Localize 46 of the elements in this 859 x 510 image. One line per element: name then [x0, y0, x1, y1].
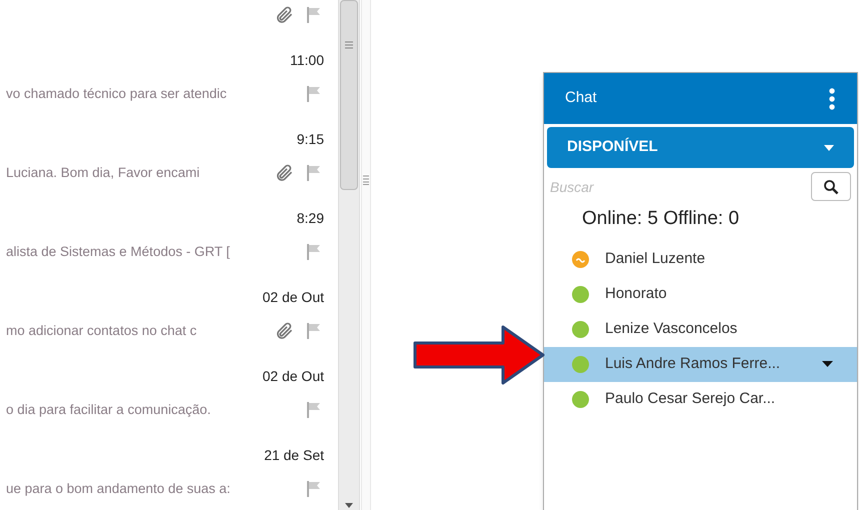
presence-summary: Online: 5 Offline: 0 [581, 207, 740, 231]
more-options-icon[interactable] [828, 88, 836, 110]
message-time: 21 de Set [264, 446, 324, 464]
contact-name: Paulo Cesar Serejo Car... [605, 388, 776, 409]
grip-icon [345, 41, 353, 49]
contact-name: Honorato [605, 284, 668, 304]
caret-icon [824, 144, 834, 150]
flag-icon[interactable] [306, 480, 322, 498]
chat-title: Chat [565, 88, 597, 108]
grip-icon [363, 175, 369, 185]
search-button[interactable] [811, 172, 851, 201]
message-preview[interactable]: alista de Sistemas e Métodos - GRT [ [6, 244, 230, 259]
contact-row[interactable]: Daniel Luzente [544, 242, 857, 276]
message-time: 02 de Out [262, 288, 324, 306]
message-preview[interactable]: vo chamado técnico para ser atendic [6, 86, 227, 101]
search-field[interactable]: Buscar [544, 174, 811, 198]
contact-name: Luis Andre Ramos Ferre... [605, 354, 782, 374]
message-preview[interactable]: Luciana. Bom dia, Favor encami [6, 165, 200, 180]
message-time: 02 de Out [262, 367, 324, 385]
message-time: 9:15 [296, 130, 324, 148]
flag-icon[interactable] [306, 6, 322, 24]
status-dropdown[interactable]: DISPONÍVEL [547, 127, 854, 168]
message-time: 8:29 [296, 209, 324, 227]
contact-row[interactable]: Luis Andre Ramos Ferre... [544, 346, 857, 382]
scrollbar-thumb[interactable] [340, 0, 358, 190]
contact-name: Daniel Luzente [605, 248, 706, 269]
contact-row[interactable]: Lenize Vasconcelos [544, 312, 857, 346]
message-time: 11:00 [290, 51, 324, 69]
caret-icon[interactable] [822, 361, 833, 367]
contact-row[interactable]: Honorato [544, 276, 857, 312]
flag-icon[interactable] [306, 322, 322, 340]
message-preview[interactable]: ue para o bom andamento de suas a: [6, 481, 230, 496]
paperclip-icon[interactable] [274, 5, 294, 25]
flag-icon[interactable] [306, 164, 322, 182]
flag-icon[interactable] [306, 243, 322, 261]
message-preview[interactable]: mo adicionar contatos no chat c [6, 323, 197, 338]
paperclip-icon[interactable] [274, 163, 294, 183]
flag-icon[interactable] [306, 85, 322, 103]
paperclip-icon[interactable] [274, 321, 294, 341]
scroll-down-icon[interactable] [345, 503, 353, 508]
flag-icon[interactable] [306, 401, 322, 419]
message-preview[interactable]: o dia para facilitar a comunicação. [6, 402, 211, 417]
contact-name: Lenize Vasconcelos [605, 318, 738, 339]
search-icon [823, 178, 839, 194]
scrollbar[interactable] [338, 0, 360, 510]
contact-row[interactable]: Paulo Cesar Serejo Car... [544, 382, 857, 416]
